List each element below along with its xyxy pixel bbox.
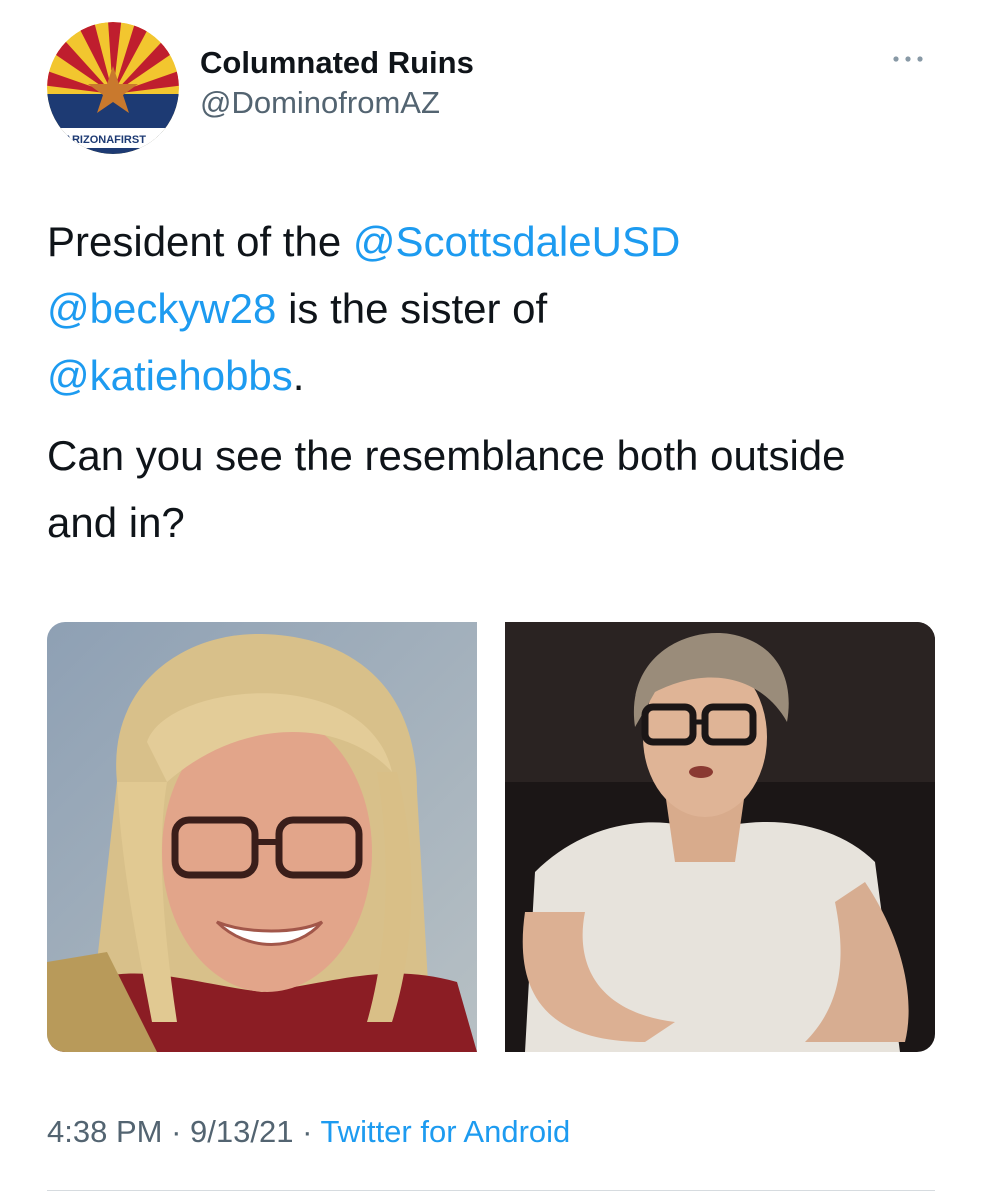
- text-president: President of the: [47, 218, 353, 265]
- text-sister-of: is the sister of: [276, 285, 548, 332]
- divider: [47, 1190, 935, 1191]
- tweet-date[interactable]: 9/13/21: [190, 1114, 293, 1149]
- portrait-photo-left: [47, 622, 477, 1052]
- display-name[interactable]: Columnated Ruins: [200, 44, 474, 82]
- mention-beckyw28[interactable]: @beckyw28: [47, 285, 276, 332]
- tweet-source[interactable]: Twitter for Android: [320, 1114, 570, 1149]
- meta-separator-2: ·: [293, 1114, 321, 1149]
- tweet-meta: 4:38 PM · 9/13/21 · Twitter for Android: [47, 1112, 570, 1152]
- tweet: ARIZONAFIRST Columnated Ruins @Dominofro…: [0, 0, 983, 1200]
- tweet-media: [47, 622, 935, 1052]
- mention-katiehobbs[interactable]: @katiehobbs: [47, 352, 293, 399]
- tweet-paragraph-2: Can you see the resemblance both outside…: [47, 432, 846, 546]
- more-options-button[interactable]: [888, 44, 928, 74]
- user-handle[interactable]: @DominofromAZ: [200, 84, 474, 122]
- tweet-text: President of the @ScottsdaleUSD @beckyw28…: [47, 208, 927, 556]
- tweet-time[interactable]: 4:38 PM: [47, 1114, 162, 1149]
- tweet-paragraph-1: President of the @ScottsdaleUSD @beckyw28…: [47, 208, 927, 409]
- photo-right[interactable]: [505, 622, 935, 1052]
- author-block[interactable]: Columnated Ruins @DominofromAZ: [200, 44, 474, 122]
- mention-scottsdaleusd[interactable]: @ScottsdaleUSD: [353, 218, 680, 265]
- portrait-photo-right: [505, 622, 935, 1052]
- meta-separator-1: ·: [162, 1114, 191, 1149]
- photo-left[interactable]: [47, 622, 477, 1052]
- avatar[interactable]: ARIZONAFIRST: [47, 22, 179, 154]
- text-period: .: [292, 352, 305, 399]
- arizona-flag-icon: ARIZONAFIRST: [47, 22, 179, 154]
- avatar-banner-label: ARIZONAFIRST: [64, 134, 146, 146]
- more-dots-icon: [893, 56, 923, 62]
